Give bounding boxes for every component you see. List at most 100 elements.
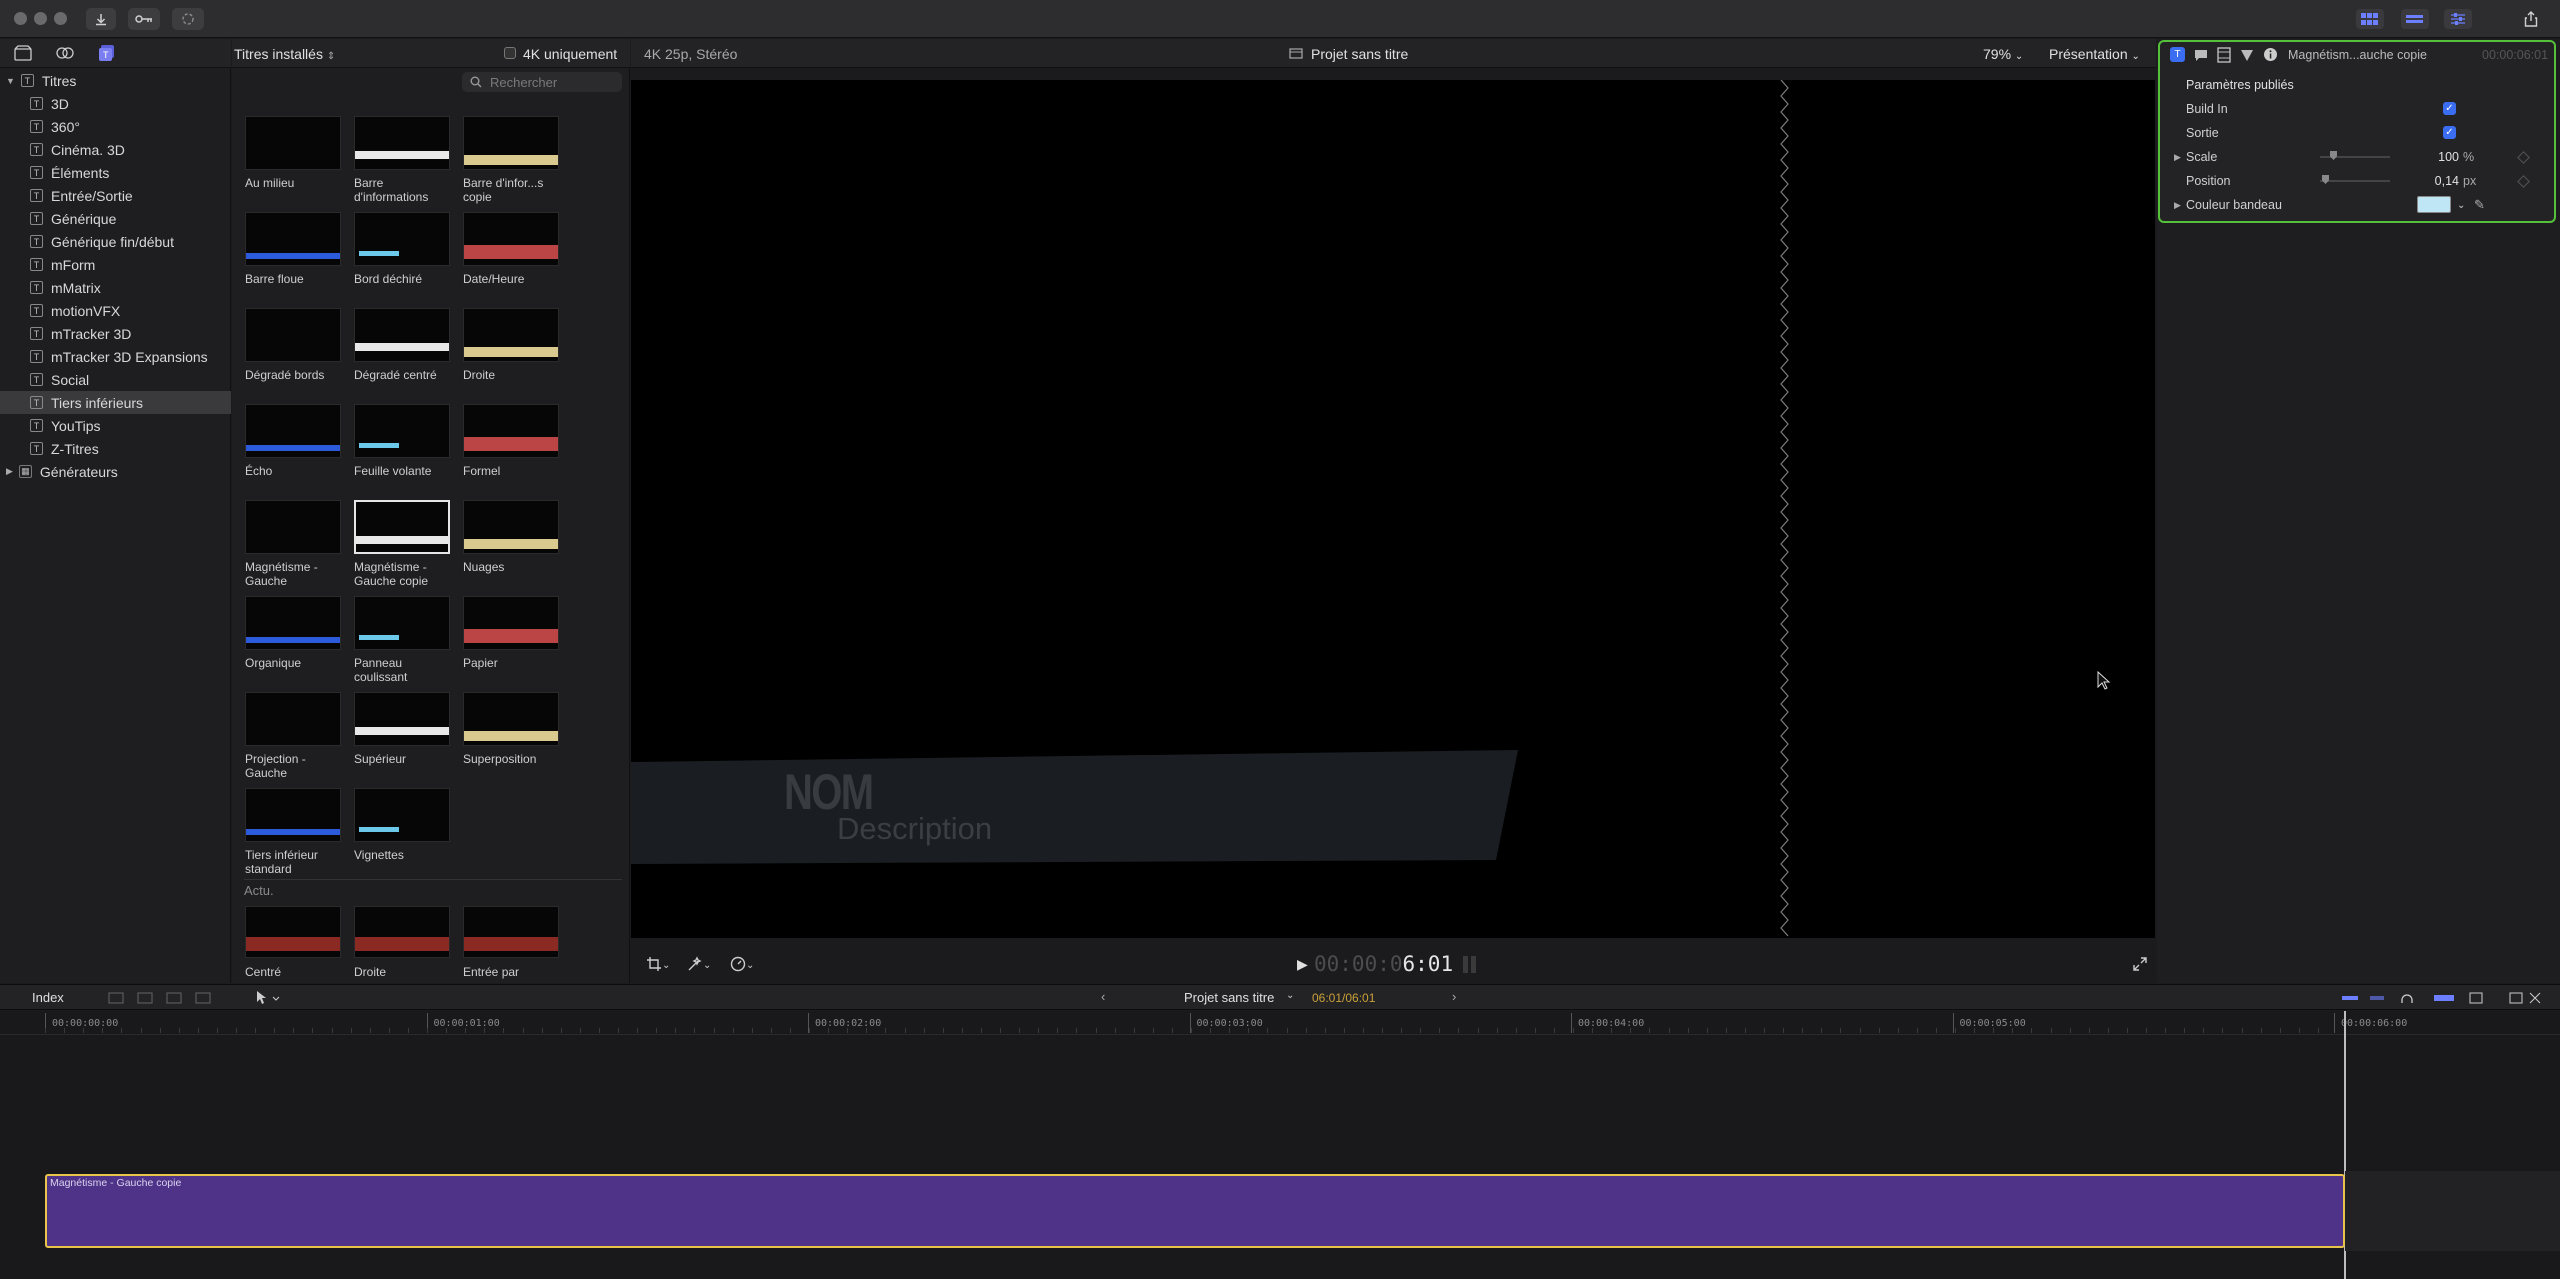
sidebar-item-generators[interactable]: ▶ ▦ Générateurs xyxy=(0,460,231,483)
title-thumbnail[interactable] xyxy=(354,906,450,958)
title-thumbnail[interactable] xyxy=(463,596,559,650)
sidebar-item[interactable]: TmTracker 3D xyxy=(0,322,231,345)
minimize-window-button[interactable] xyxy=(34,12,47,25)
sidebar-item[interactable]: TmMatrix xyxy=(0,276,231,299)
share-button[interactable] xyxy=(2517,9,2545,29)
sidebar-item-titles[interactable]: ▼ T Titres xyxy=(0,69,231,92)
import-button[interactable] xyxy=(86,8,116,30)
param-slider-knob[interactable] xyxy=(2330,151,2337,160)
retime-popup[interactable]: ⌄ xyxy=(730,955,754,972)
index-button[interactable]: Index xyxy=(32,990,64,1005)
disclosure-closed-icon[interactable]: ▶ xyxy=(2174,152,2181,163)
title-thumbnail[interactable] xyxy=(463,308,559,362)
title-inspector-tab-icon[interactable]: T xyxy=(2170,47,2185,62)
title-thumbnail[interactable] xyxy=(354,788,450,842)
disclosure-closed-icon[interactable]: ▶ xyxy=(2174,200,2181,211)
show-browser-button[interactable] xyxy=(2356,9,2384,29)
zoom-window-button[interactable] xyxy=(54,12,67,25)
timeline-right-tools[interactable] xyxy=(2342,991,2542,1005)
param-checkbox[interactable]: ✓ xyxy=(2443,102,2456,115)
sidebar-item[interactable]: TmForm xyxy=(0,253,231,276)
view-popup[interactable]: Présentation ⌄ xyxy=(2049,46,2140,62)
background-tasks-button[interactable] xyxy=(172,8,204,30)
param-slider-track[interactable] xyxy=(2320,180,2390,182)
param-checkbox[interactable]: ✓ xyxy=(2443,126,2456,139)
title-thumbnail[interactable] xyxy=(354,500,450,554)
viewer-canvas[interactable]: NOM Description xyxy=(631,80,2155,938)
chevron-down-icon[interactable]: ⌄ xyxy=(2457,200,2465,211)
select-tool-icon[interactable] xyxy=(255,990,281,1006)
timeline-title-clip[interactable]: Magnétisme - Gauche copie xyxy=(45,1174,2345,1248)
title-thumbnail[interactable] xyxy=(245,692,341,746)
title-thumbnail[interactable] xyxy=(463,212,559,266)
title-thumbnail[interactable] xyxy=(463,500,559,554)
sidebar-item[interactable]: T Générique fin/début xyxy=(0,230,231,253)
transform-popup[interactable]: ⌄ xyxy=(646,955,670,972)
info-icon[interactable] xyxy=(2263,47,2278,62)
sidebar-item[interactable]: TmotionVFX xyxy=(0,299,231,322)
title-thumbnail[interactable] xyxy=(354,404,450,458)
sidebar-item[interactable]: T Cinéma. 3D xyxy=(0,138,231,161)
browser-title-popup[interactable]: Titres installés ⇕ xyxy=(234,46,335,62)
param-value[interactable]: 0,14 xyxy=(2435,174,2459,188)
photos-audio-icon[interactable] xyxy=(56,45,74,61)
close-window-button[interactable] xyxy=(14,12,27,25)
title-thumbnail[interactable] xyxy=(245,308,341,362)
title-thumbnail[interactable] xyxy=(463,692,559,746)
show-inspector-button[interactable] xyxy=(2444,9,2472,29)
disclosure-open-icon[interactable]: ▼ xyxy=(6,76,15,86)
text-inspector-icon[interactable] xyxy=(2194,48,2208,62)
sidebar-item[interactable]: T Entrée/Sortie xyxy=(0,184,231,207)
title-thumbnail[interactable] xyxy=(354,116,450,170)
search-field[interactable]: Rechercher xyxy=(462,72,622,92)
title-thumbnail[interactable] xyxy=(463,116,559,170)
eyedropper-icon[interactable]: ✎ xyxy=(2474,197,2485,213)
color-inspector-icon[interactable] xyxy=(2240,48,2254,62)
sidebar-item[interactable]: T 3D xyxy=(0,92,231,115)
sidebar-item[interactable]: T Z-Titres xyxy=(0,437,231,460)
title-thumbnail[interactable] xyxy=(463,404,559,458)
param-value[interactable]: 100 xyxy=(2438,150,2459,164)
keywords-button[interactable] xyxy=(128,8,160,30)
keyframe-icon[interactable] xyxy=(2517,150,2530,164)
4k-only-checkbox[interactable] xyxy=(504,47,516,59)
title-thumbnail[interactable] xyxy=(245,906,341,958)
title-thumbnail[interactable] xyxy=(245,596,341,650)
title-thumbnail[interactable] xyxy=(245,500,341,554)
video-inspector-icon[interactable] xyxy=(2217,47,2231,63)
param-slider-knob[interactable] xyxy=(2322,175,2329,184)
title-thumbnail[interactable] xyxy=(354,692,450,746)
sidebar-item[interactable]: T Tiers inférieurs xyxy=(0,391,231,414)
title-thumbnail[interactable] xyxy=(354,308,450,362)
disclosure-closed-icon[interactable]: ▶ xyxy=(6,466,13,477)
history-back-button[interactable]: ‹ xyxy=(1101,989,1105,1004)
title-thumbnail[interactable] xyxy=(245,788,341,842)
title-thumbnail[interactable] xyxy=(463,906,559,958)
keyframe-icon[interactable] xyxy=(2517,174,2530,188)
title-thumbnail[interactable] xyxy=(245,116,341,170)
history-forward-button[interactable]: › xyxy=(1452,989,1456,1004)
zoom-popup[interactable]: 79% ⌄ xyxy=(1983,46,2023,62)
sidebar-item[interactable]: T Générique xyxy=(0,207,231,230)
ruler-minor-tick xyxy=(1171,1028,1173,1033)
ruler-minor-tick xyxy=(2050,1028,2052,1033)
timeline-ruler[interactable]: 00:00:00:00 00:00:01:00 00:00:02:00 00:00:0… xyxy=(0,1011,2560,1035)
title-thumbnail[interactable] xyxy=(354,212,450,266)
sidebar-item[interactable]: T Social xyxy=(0,368,231,391)
show-timeline-button[interactable] xyxy=(2401,9,2429,29)
color-well[interactable] xyxy=(2417,196,2451,213)
sidebar-item[interactable]: T Éléments xyxy=(0,161,231,184)
timeline-project-title[interactable]: Projet sans titre xyxy=(1184,990,1274,1005)
sidebar-item[interactable]: T 360° xyxy=(0,115,231,138)
fullscreen-icon[interactable] xyxy=(2133,957,2147,971)
sidebar-item[interactable]: T YouTips xyxy=(0,414,231,437)
play-button[interactable]: ▶ xyxy=(1297,956,1308,973)
clip-appearance-icons[interactable] xyxy=(108,991,228,1005)
titles-generators-icon[interactable]: T xyxy=(98,44,116,62)
enhance-popup[interactable]: ⌄ xyxy=(687,955,711,972)
title-thumbnail[interactable] xyxy=(245,404,341,458)
sidebar-item[interactable]: TmTracker 3D Expansions xyxy=(0,345,231,368)
libraries-icon[interactable] xyxy=(14,45,32,61)
title-thumbnail[interactable] xyxy=(354,596,450,650)
title-thumbnail[interactable] xyxy=(245,212,341,266)
